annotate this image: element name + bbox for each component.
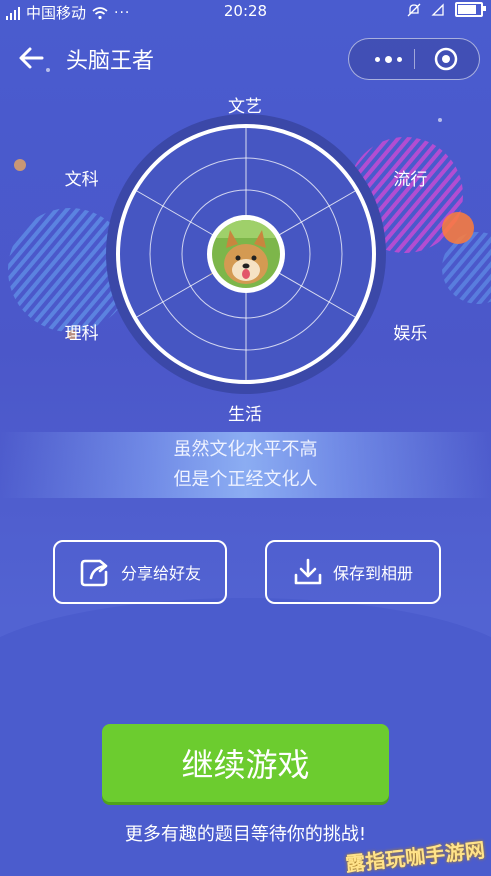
caption-line-1: 虽然文化水平不高 xyxy=(173,439,318,460)
share-icon xyxy=(80,559,108,587)
battery-icon xyxy=(455,2,486,17)
radar-axis-label: 生活 xyxy=(228,405,262,425)
share-button[interactable]: 分享给好友 xyxy=(53,540,227,604)
signal-off-icon xyxy=(431,2,444,16)
back-arrow-icon[interactable] xyxy=(16,42,48,74)
radar-axis-label: 流行 xyxy=(393,170,428,190)
share-button-label: 分享给好友 xyxy=(120,564,201,583)
ability-radar: 文艺流行娱乐生活 理科 文科 xyxy=(65,88,428,425)
radar-axis-label: 理科 xyxy=(64,324,99,344)
close-miniprogram-icon[interactable] xyxy=(433,46,459,72)
app-root: 中国移动 ··· 20:28 头脑王者 文艺 流行 娱乐 生活 理科 文科 虽然… xyxy=(0,0,491,876)
download-icon xyxy=(294,558,322,585)
result-caption: 虽然文化水平不高 但是个正经文化人 xyxy=(0,432,491,498)
miniprogram-capsule xyxy=(348,38,480,80)
radar-axis-label: 文艺 xyxy=(228,97,262,117)
nav-bar: 头脑王者 xyxy=(0,30,491,86)
continue-game-button[interactable]: 继续游戏 xyxy=(102,724,389,802)
status-bar: 中国移动 ··· 20:28 xyxy=(0,0,491,24)
caption-line-2: 但是个正经文化人 xyxy=(173,469,318,490)
avatar xyxy=(207,215,285,293)
save-button-label: 保存到相册 xyxy=(332,564,413,583)
radar-axis-label: 文科 xyxy=(64,170,99,190)
save-to-album-button[interactable]: 保存到相册 xyxy=(265,540,441,604)
alarm-muted-icon xyxy=(407,3,421,16)
page-title: 头脑王者 xyxy=(66,49,155,74)
capsule-divider xyxy=(414,49,415,69)
radar-axis-label: 娱乐 xyxy=(393,324,428,344)
more-menu-button[interactable] xyxy=(363,39,413,79)
